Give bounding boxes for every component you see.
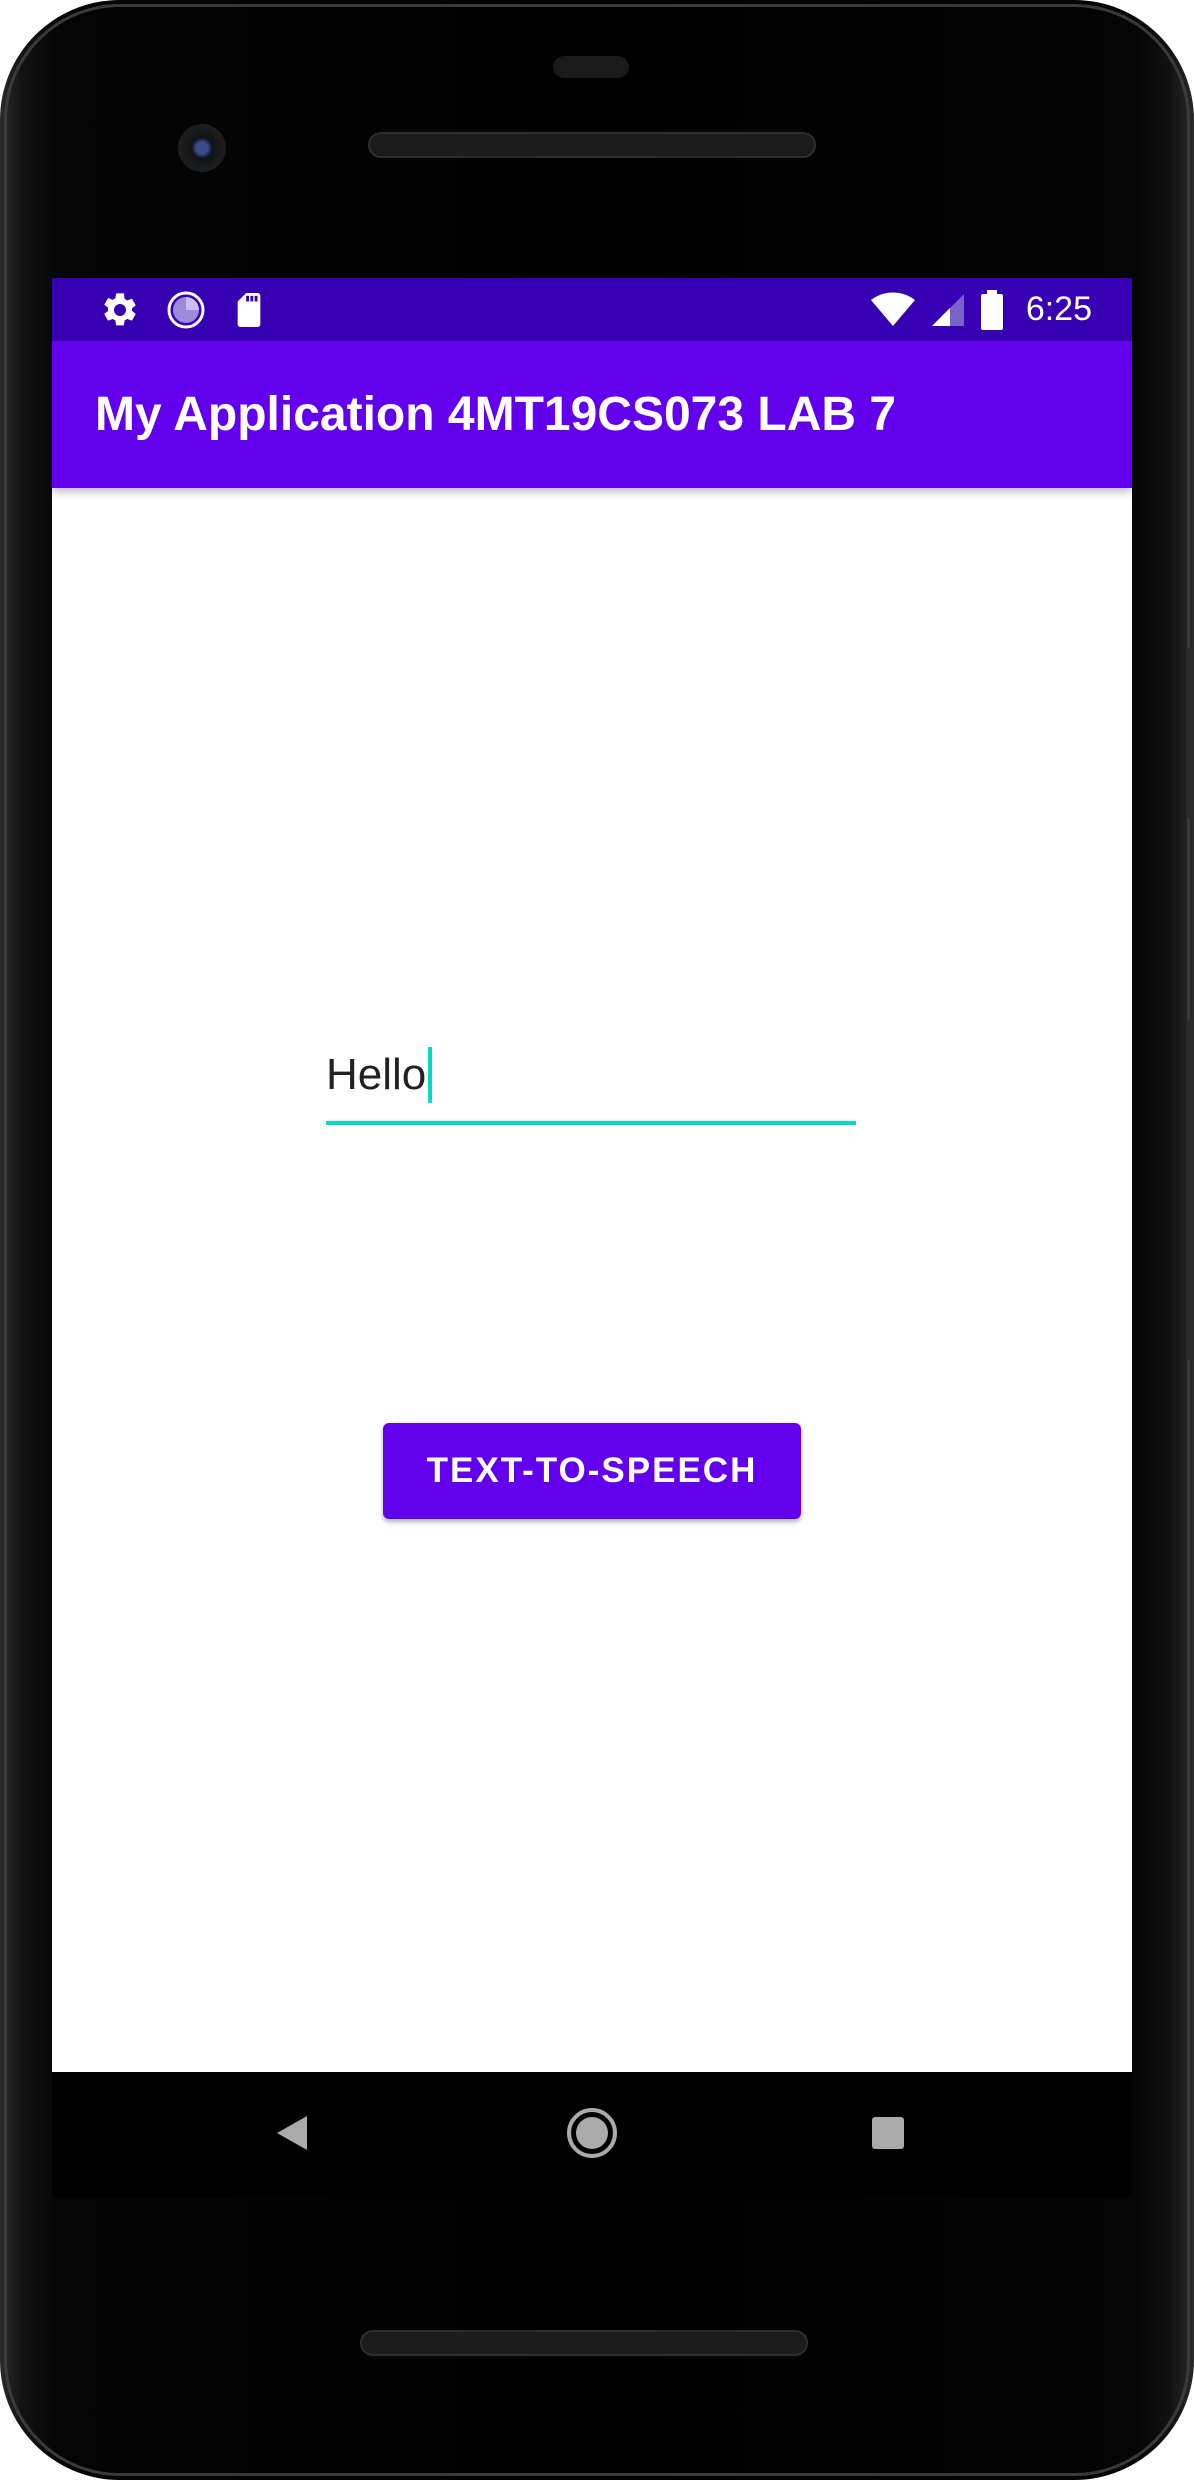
wifi-icon (870, 292, 916, 328)
status-bar: 6:25 (52, 278, 1132, 341)
earpiece (553, 56, 629, 78)
phone-device-frame: 6:25 My Application 4MT19CS073 LAB 7 Hel… (0, 0, 1194, 2480)
app-title: My Application 4MT19CS073 LAB 7 (95, 388, 897, 441)
text-input-field[interactable]: Hello (326, 1023, 856, 1125)
power-button (1186, 648, 1194, 818)
app-bar: My Application 4MT19CS073 LAB 7 (52, 341, 1132, 488)
nav-home-button[interactable] (542, 2072, 642, 2198)
gear-icon (100, 290, 140, 330)
back-icon (275, 2114, 311, 2157)
status-left-icons (100, 278, 266, 341)
sd-card-icon (232, 290, 266, 330)
recents-icon (871, 2116, 905, 2155)
nav-recents-button[interactable] (838, 2072, 938, 2198)
bottom-speaker-grille (360, 2330, 808, 2356)
status-right-icons: 6:25 (870, 278, 1092, 341)
text-input-content[interactable]: Hello (326, 1045, 433, 1105)
nav-back-button[interactable] (243, 2072, 343, 2198)
sync-icon (166, 290, 206, 330)
cell-signal-icon (930, 292, 966, 328)
status-clock: 6:25 (1025, 290, 1092, 328)
battery-icon (980, 289, 1004, 330)
text-input-underline (326, 1121, 856, 1125)
text-to-speech-button[interactable]: TEXT-TO-SPEECH (383, 1423, 801, 1519)
text-input-value: Hello (326, 1050, 427, 1099)
front-camera (178, 124, 226, 172)
home-icon (565, 2106, 619, 2165)
text-cursor (428, 1047, 433, 1103)
top-speaker-grille (368, 132, 816, 158)
phone-screen: 6:25 My Application 4MT19CS073 LAB 7 Hel… (52, 278, 1132, 2072)
navigation-bar (52, 2072, 1132, 2198)
volume-button (1186, 1020, 1194, 1360)
